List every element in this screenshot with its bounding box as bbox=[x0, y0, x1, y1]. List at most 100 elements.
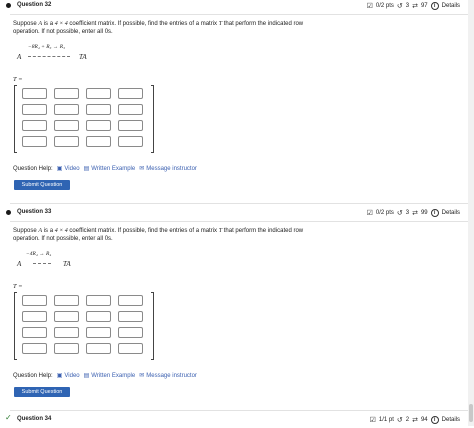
matrix-cell[interactable] bbox=[86, 104, 111, 115]
written-example-link[interactable]: ▤ Written Example bbox=[83, 165, 136, 173]
row-operation-label: −8R₄ + R₃ → R₃ bbox=[28, 44, 65, 50]
question-title: Question 32 bbox=[17, 2, 52, 8]
matrix-cell[interactable] bbox=[22, 311, 47, 322]
attempts-icon: ⇄ bbox=[412, 417, 418, 424]
score-check-icon: ☑ bbox=[369, 417, 376, 424]
matrix-cell[interactable] bbox=[118, 104, 143, 115]
message-instructor-link[interactable]: ✉ Message instructor bbox=[139, 372, 197, 380]
video-link[interactable]: ▣ Video bbox=[56, 372, 80, 380]
unanswered-dot-icon bbox=[6, 210, 11, 215]
matrix-a-label: A bbox=[17, 260, 22, 268]
operation-arrow bbox=[28, 56, 70, 57]
question-help: Question Help: ▣ Video ▤ Written Example ✉… bbox=[13, 165, 197, 173]
question-33-header: Question 33 ☑ 0/2 pts ↺ 3 ⇄ 99 i Details bbox=[0, 207, 468, 221]
matrix-cell[interactable] bbox=[118, 136, 143, 147]
right-bracket bbox=[151, 292, 154, 360]
matrix-cell[interactable] bbox=[22, 343, 47, 354]
answered-check-icon: ✓ bbox=[5, 413, 12, 422]
page-scrollbar[interactable] bbox=[468, 0, 474, 426]
question-32-header: Question 32 ☑ 0/2 pts ↺ 3 ⇄ 97 i Details bbox=[0, 0, 468, 14]
points: 0/2 pts bbox=[375, 210, 394, 216]
question-divider bbox=[10, 410, 468, 411]
matrix-cell[interactable] bbox=[86, 327, 111, 338]
matrix-cell[interactable] bbox=[86, 343, 111, 354]
document-icon: ▤ bbox=[83, 373, 90, 379]
matrix-cell[interactable] bbox=[22, 88, 47, 99]
matrix-t-input bbox=[14, 292, 154, 360]
matrix-cell[interactable] bbox=[86, 136, 111, 147]
question-help: Question Help: ▣ Video ▤ Written Example ✉… bbox=[13, 372, 197, 380]
retries-count: 2 bbox=[405, 417, 410, 423]
mail-icon: ✉ bbox=[139, 373, 145, 379]
submit-question-button[interactable]: Submit Question bbox=[14, 387, 70, 397]
video-icon: ▣ bbox=[56, 373, 63, 379]
retries-count: 3 bbox=[405, 3, 410, 9]
matrix-cell[interactable] bbox=[118, 295, 143, 306]
matrix-cell[interactable] bbox=[118, 120, 143, 131]
attempts-count: 94 bbox=[420, 417, 428, 423]
retry-icon: ↺ bbox=[396, 417, 403, 424]
matrix-cell[interactable] bbox=[86, 120, 111, 131]
matrix-cell[interactable] bbox=[118, 88, 143, 99]
question-title: Question 33 bbox=[17, 209, 52, 215]
details-link[interactable]: Details bbox=[442, 210, 460, 216]
matrix-cell[interactable] bbox=[86, 311, 111, 322]
retries-count: 3 bbox=[405, 210, 410, 216]
score-check-icon: ☑ bbox=[366, 210, 373, 217]
matrix-cell[interactable] bbox=[54, 327, 79, 338]
details-link[interactable]: Details bbox=[442, 3, 460, 9]
matrix-cell[interactable] bbox=[22, 295, 47, 306]
matrix-cell[interactable] bbox=[54, 136, 79, 147]
question-title: Question 34 bbox=[17, 416, 52, 422]
retry-icon: ↺ bbox=[396, 210, 403, 217]
unanswered-dot-icon bbox=[6, 3, 11, 8]
video-icon: ▣ bbox=[56, 166, 63, 172]
submit-question-button[interactable]: Submit Question bbox=[14, 180, 70, 190]
written-example-link[interactable]: ▤ Written Example bbox=[83, 372, 136, 380]
scrollbar-thumb[interactable] bbox=[469, 404, 473, 422]
info-icon[interactable]: i bbox=[430, 2, 439, 10]
header-divider bbox=[10, 221, 468, 222]
matrix-cell[interactable] bbox=[54, 88, 79, 99]
row-operation-label: −4R₄ → R₄ bbox=[26, 251, 52, 257]
info-icon[interactable]: i bbox=[430, 416, 439, 424]
points: 1/1 pt bbox=[378, 417, 394, 423]
question-meta: ☑ 1/1 pt ↺ 2 ⇄ 94 i Details bbox=[370, 416, 460, 424]
attempts-icon: ⇄ bbox=[412, 210, 418, 217]
question-meta: ☑ 0/2 pts ↺ 3 ⇄ 99 i Details bbox=[367, 209, 460, 217]
document-icon: ▤ bbox=[83, 166, 90, 172]
info-icon[interactable]: i bbox=[430, 209, 439, 217]
matrix-cell[interactable] bbox=[22, 120, 47, 131]
message-instructor-link[interactable]: ✉ Message instructor bbox=[139, 165, 197, 173]
matrix-cell[interactable] bbox=[54, 343, 79, 354]
attempts-count: 97 bbox=[420, 3, 428, 9]
matrix-cell[interactable] bbox=[86, 295, 111, 306]
score-check-icon: ☑ bbox=[366, 3, 373, 10]
matrix-cell[interactable] bbox=[54, 295, 79, 306]
attempts-icon: ⇄ bbox=[412, 3, 418, 10]
matrix-ta-label: TA bbox=[63, 260, 71, 268]
question-help-label: Question Help: bbox=[13, 165, 53, 172]
matrix-cell[interactable] bbox=[86, 88, 111, 99]
matrix-cell[interactable] bbox=[22, 104, 47, 115]
matrix-cell[interactable] bbox=[54, 311, 79, 322]
row-operation: −8R₄ + R₃ → R₃ A TA bbox=[13, 44, 103, 66]
video-link[interactable]: ▣ Video bbox=[56, 165, 80, 173]
matrix-cell[interactable] bbox=[54, 104, 79, 115]
retry-icon: ↺ bbox=[396, 3, 403, 10]
attempts-count: 99 bbox=[420, 210, 428, 216]
right-bracket bbox=[151, 85, 154, 153]
matrix-cell[interactable] bbox=[118, 311, 143, 322]
matrix-ta-label: TA bbox=[79, 53, 87, 61]
matrix-cell[interactable] bbox=[54, 120, 79, 131]
matrix-cell[interactable] bbox=[22, 327, 47, 338]
matrix-cell[interactable] bbox=[22, 136, 47, 147]
question-meta: ☑ 0/2 pts ↺ 3 ⇄ 97 i Details bbox=[367, 2, 460, 10]
question-divider bbox=[10, 203, 468, 204]
question-help-label: Question Help: bbox=[13, 372, 53, 379]
details-link[interactable]: Details bbox=[442, 417, 460, 423]
matrix-cell[interactable] bbox=[118, 327, 143, 338]
t-label: T = bbox=[13, 283, 23, 290]
matrix-cell[interactable] bbox=[118, 343, 143, 354]
left-bracket bbox=[14, 292, 17, 360]
